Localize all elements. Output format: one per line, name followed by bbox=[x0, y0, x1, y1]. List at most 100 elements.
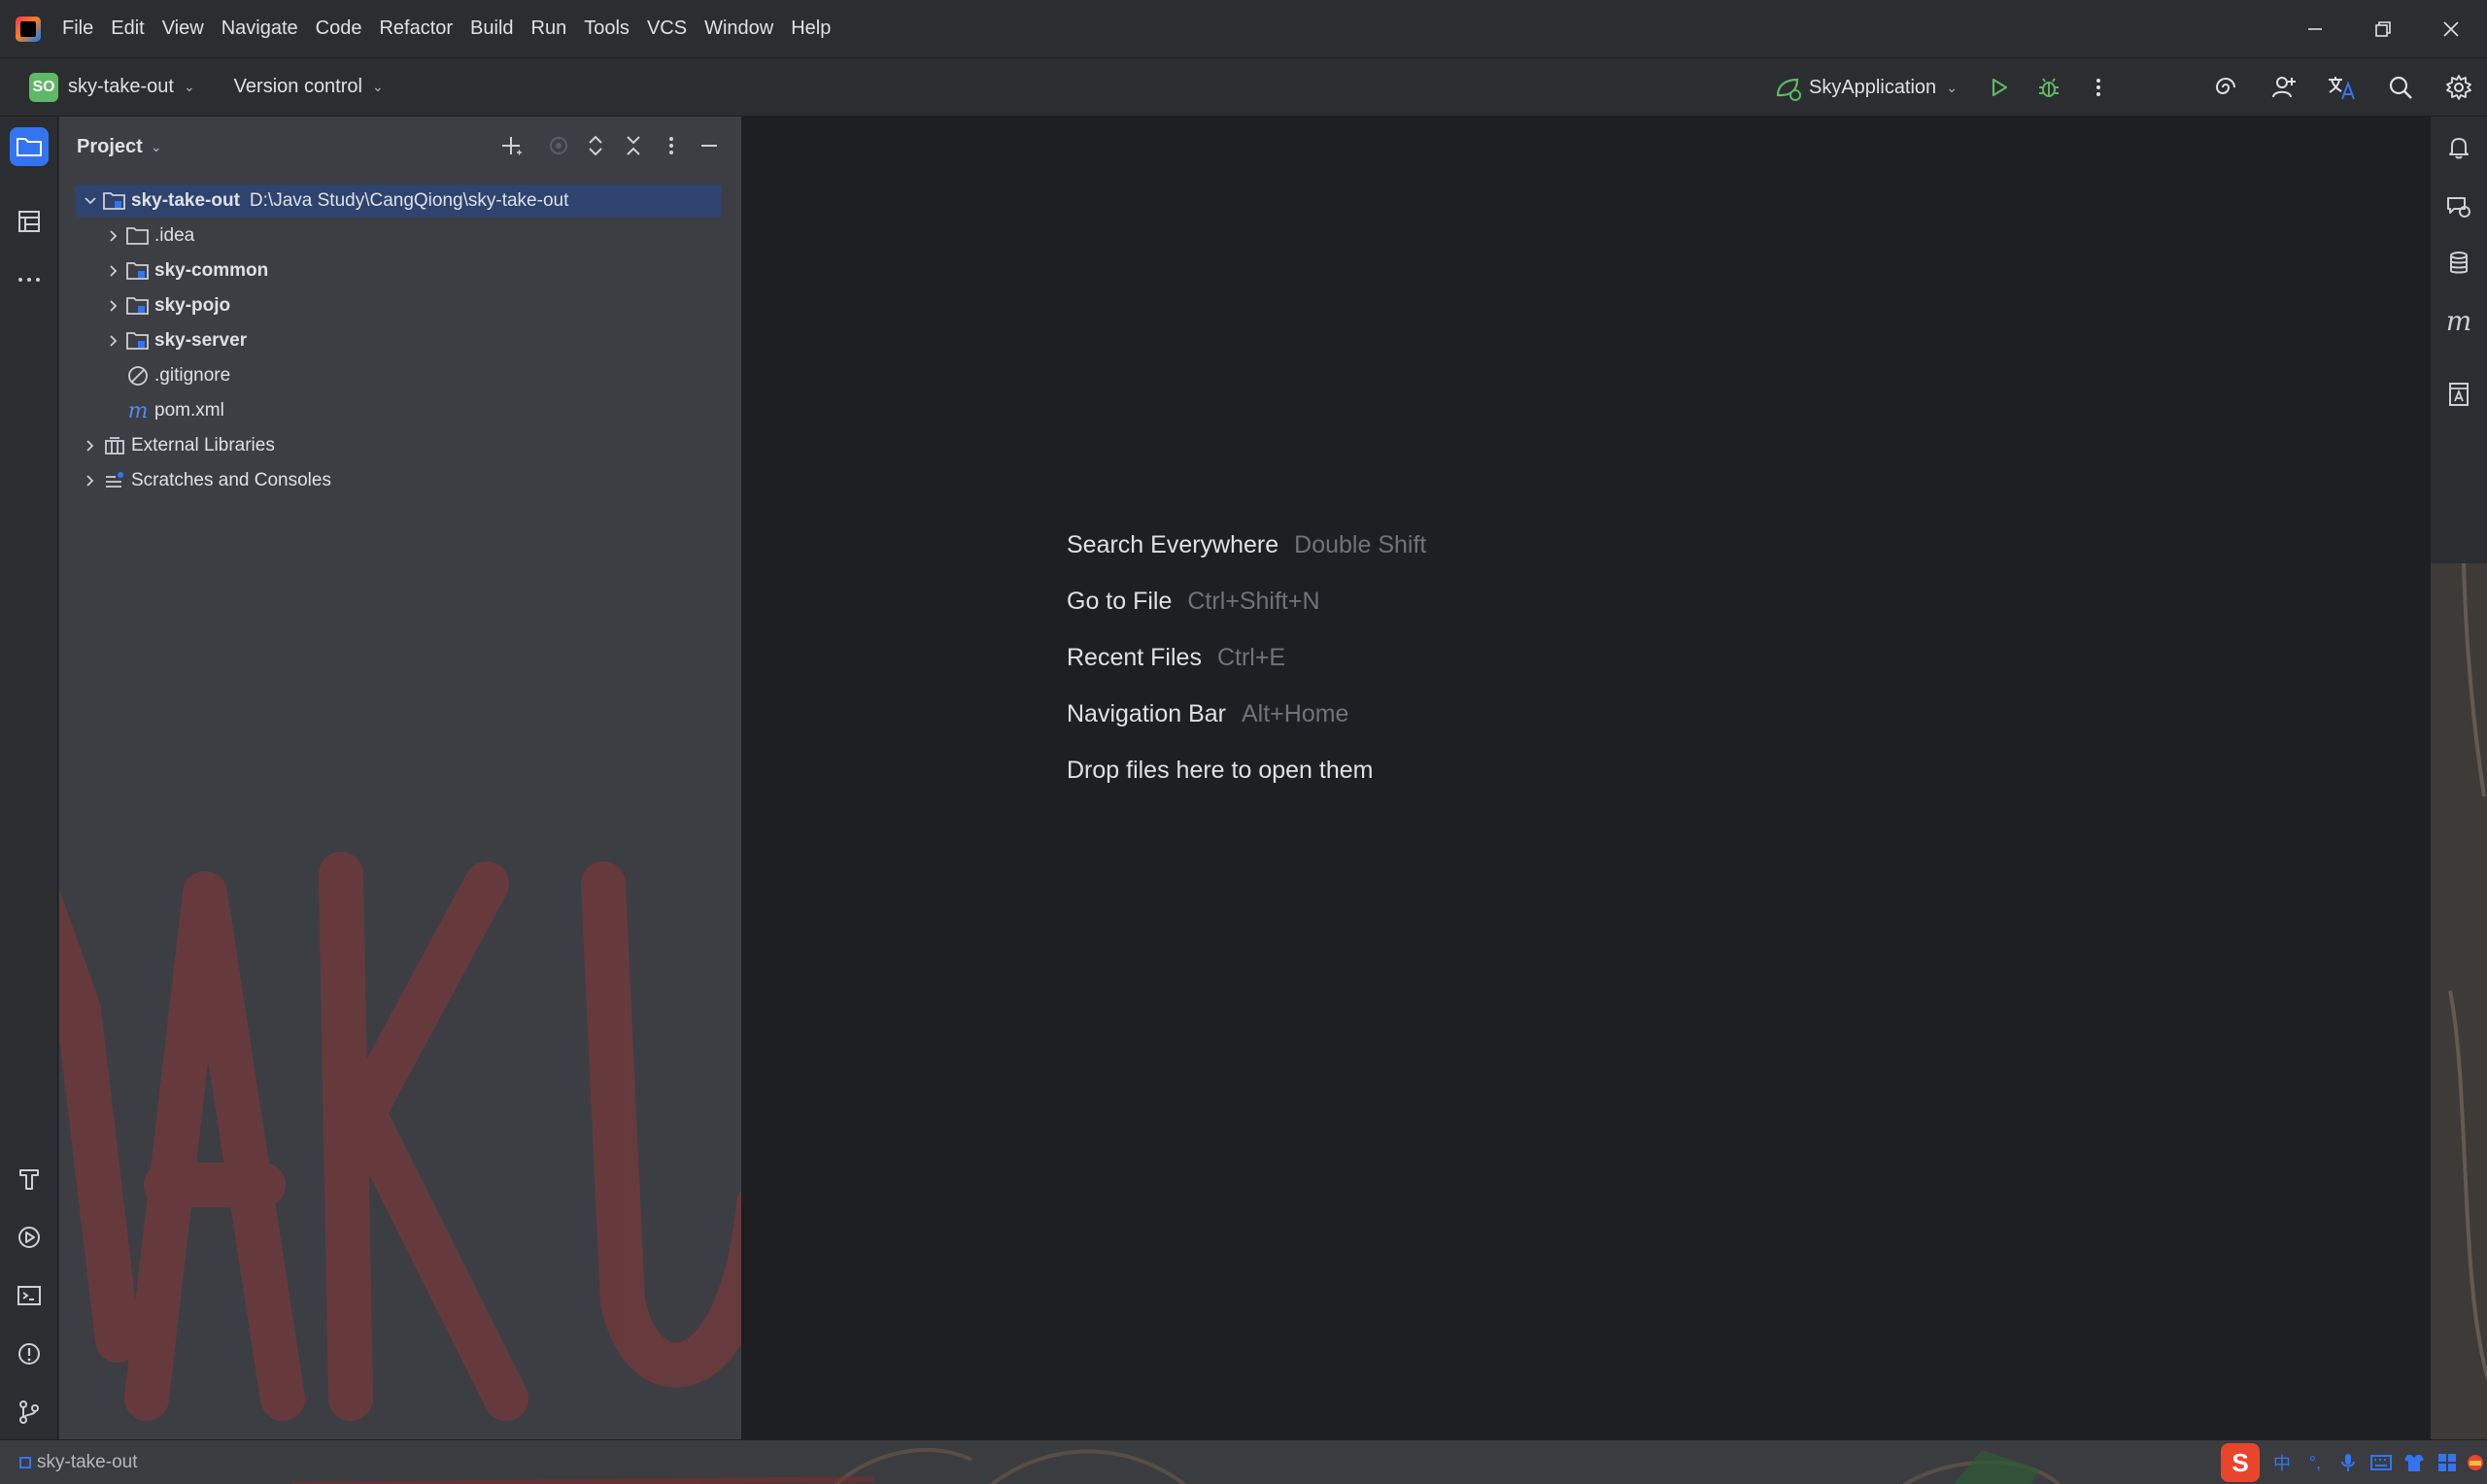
minimize-button[interactable] bbox=[2281, 0, 2349, 58]
menu-run[interactable]: Run bbox=[531, 17, 567, 40]
code-with-me-button[interactable] bbox=[2265, 68, 2303, 107]
search-everywhere-button[interactable] bbox=[2381, 68, 2420, 107]
wallpaper-background bbox=[290, 1447, 2061, 1484]
tree-item-external-libraries[interactable]: External Libraries bbox=[79, 429, 275, 462]
project-name: sky-take-out bbox=[68, 76, 174, 97]
services-tool-button[interactable] bbox=[10, 1218, 49, 1257]
menu-code[interactable]: Code bbox=[316, 17, 362, 40]
tree-item-pom-xml[interactable]: m pom.xml bbox=[125, 394, 224, 427]
folder-icon bbox=[17, 138, 42, 156]
database-button[interactable] bbox=[2439, 244, 2478, 283]
hint-label: Drop files here to open them bbox=[1067, 757, 1374, 784]
tree-item-label: Scratches and Consoles bbox=[131, 470, 331, 490]
database-icon bbox=[2450, 252, 2468, 274]
more-horizontal-icon bbox=[18, 278, 40, 282]
collapse-all-button[interactable] bbox=[616, 128, 651, 163]
wallpaper-background bbox=[59, 852, 741, 1421]
warning-circle-icon bbox=[18, 1343, 40, 1365]
tree-item-scratches[interactable]: Scratches and Consoles bbox=[79, 464, 331, 497]
tree-item-idea[interactable]: .idea bbox=[102, 219, 194, 253]
tree-item-gitignore[interactable]: .gitignore bbox=[125, 359, 230, 392]
chevron-down-icon[interactable] bbox=[79, 194, 102, 208]
skin-icon[interactable] bbox=[2398, 1446, 2431, 1479]
terminal-icon bbox=[17, 1286, 41, 1305]
chevron-right-icon[interactable] bbox=[102, 229, 125, 243]
chevron-right-icon[interactable] bbox=[79, 439, 102, 453]
chevron-right-icon[interactable] bbox=[102, 334, 125, 348]
chevron-down-icon: ⌄ bbox=[183, 79, 195, 94]
panel-options-button[interactable] bbox=[654, 128, 689, 163]
maven-tool-button[interactable]: m bbox=[2439, 301, 2478, 340]
notifications-button[interactable] bbox=[2439, 128, 2478, 167]
hint-shortcut: Double Shift bbox=[1294, 531, 1427, 558]
panel-title[interactable]: Project bbox=[77, 136, 143, 158]
menu-view[interactable]: View bbox=[162, 17, 204, 40]
menu-vcs[interactable]: VCS bbox=[647, 17, 687, 40]
tree-item-label: .gitignore bbox=[154, 365, 231, 386]
hint-navigation-bar: Navigation Bar Alt+Home bbox=[1067, 700, 1348, 728]
vcs-label: Version control bbox=[233, 76, 362, 97]
status-breadcrumb[interactable]: sky-take-out bbox=[37, 1452, 137, 1473]
tree-item-project-root[interactable]: sky-take-out D:\Java Study\CangQiong\sky… bbox=[75, 185, 722, 218]
ime-mascot-icon[interactable] bbox=[2464, 1446, 2487, 1479]
hide-panel-button[interactable] bbox=[692, 128, 727, 163]
select-opened-file-button[interactable] bbox=[541, 128, 576, 163]
close-window-button[interactable] bbox=[2417, 0, 2485, 58]
tree-item-sky-common[interactable]: sky-common bbox=[102, 254, 268, 287]
editor-area[interactable]: Search Everywhere Double Shift Go to File… bbox=[741, 117, 2430, 1439]
menu-tools[interactable]: Tools bbox=[584, 17, 630, 40]
translate-button[interactable] bbox=[2322, 68, 2361, 107]
menu-refactor[interactable]: Refactor bbox=[379, 17, 453, 40]
chevron-right-icon[interactable] bbox=[79, 474, 102, 488]
structure-tool-button[interactable] bbox=[10, 202, 49, 241]
restore-button[interactable] bbox=[2349, 0, 2417, 58]
debug-button[interactable] bbox=[2029, 68, 2068, 107]
hammer-icon bbox=[19, 1169, 39, 1190]
menu-edit[interactable]: Edit bbox=[111, 17, 144, 40]
more-actions-button[interactable] bbox=[2079, 68, 2118, 107]
chevron-right-icon[interactable] bbox=[102, 299, 125, 313]
ai-assistant-button[interactable] bbox=[2206, 68, 2245, 107]
git-tool-button[interactable] bbox=[10, 1393, 49, 1432]
right-strip-panel bbox=[2431, 117, 2487, 563]
ime-chinese-mode[interactable]: 中 bbox=[2266, 1446, 2299, 1479]
menu-file[interactable]: File bbox=[62, 17, 93, 40]
maven-icon: m bbox=[127, 398, 149, 423]
project-tool-button[interactable] bbox=[10, 127, 49, 166]
hint-label: Go to File bbox=[1067, 588, 1173, 615]
sogou-ime-icon[interactable]: S bbox=[2221, 1443, 2260, 1482]
new-file-button[interactable] bbox=[494, 128, 529, 163]
menu-navigate[interactable]: Navigate bbox=[221, 17, 298, 40]
chevron-right-icon[interactable] bbox=[102, 264, 125, 278]
menu-window[interactable]: Window bbox=[704, 17, 773, 40]
run-config-widget[interactable]: SkyApplication ⌄ bbox=[1774, 68, 1958, 107]
microphone-icon[interactable] bbox=[2332, 1446, 2365, 1479]
restore-icon bbox=[2375, 21, 2391, 37]
tree-item-label: .idea bbox=[154, 225, 195, 246]
project-tool-window: Project ⌄ sky-take-out D:\Java Study\Can… bbox=[59, 117, 741, 1439]
chat-icon bbox=[2447, 197, 2470, 218]
chevron-down-icon[interactable]: ⌄ bbox=[151, 139, 162, 155]
toolbox-icon[interactable] bbox=[2431, 1446, 2464, 1479]
run-button[interactable] bbox=[1980, 68, 2019, 107]
build-tool-button[interactable] bbox=[10, 1160, 49, 1198]
punctuation-icon[interactable]: °, bbox=[2299, 1446, 2332, 1479]
tree-item-sky-pojo[interactable]: sky-pojo bbox=[102, 289, 230, 322]
translation-tool-button[interactable] bbox=[2439, 375, 2478, 414]
ai-chat-button[interactable] bbox=[2439, 187, 2478, 226]
git-branch-icon bbox=[19, 1400, 39, 1424]
tree-item-sky-server[interactable]: sky-server bbox=[102, 324, 247, 357]
project-widget[interactable]: SO sky-take-out ⌄ bbox=[0, 72, 195, 102]
menu-build[interactable]: Build bbox=[470, 17, 513, 40]
problems-tool-button[interactable] bbox=[10, 1334, 49, 1373]
settings-button[interactable] bbox=[2439, 68, 2478, 107]
more-tools-button[interactable] bbox=[10, 260, 49, 299]
intellij-logo-icon bbox=[16, 16, 41, 42]
keyboard-icon[interactable] bbox=[2365, 1446, 2398, 1479]
menu-help[interactable]: Help bbox=[791, 17, 831, 40]
bell-icon bbox=[2449, 138, 2469, 159]
hint-shortcut: Alt+Home bbox=[1241, 700, 1349, 727]
expand-all-button[interactable] bbox=[578, 128, 613, 163]
terminal-tool-button[interactable] bbox=[10, 1276, 49, 1315]
vcs-widget[interactable]: Version control ⌄ bbox=[234, 76, 384, 98]
